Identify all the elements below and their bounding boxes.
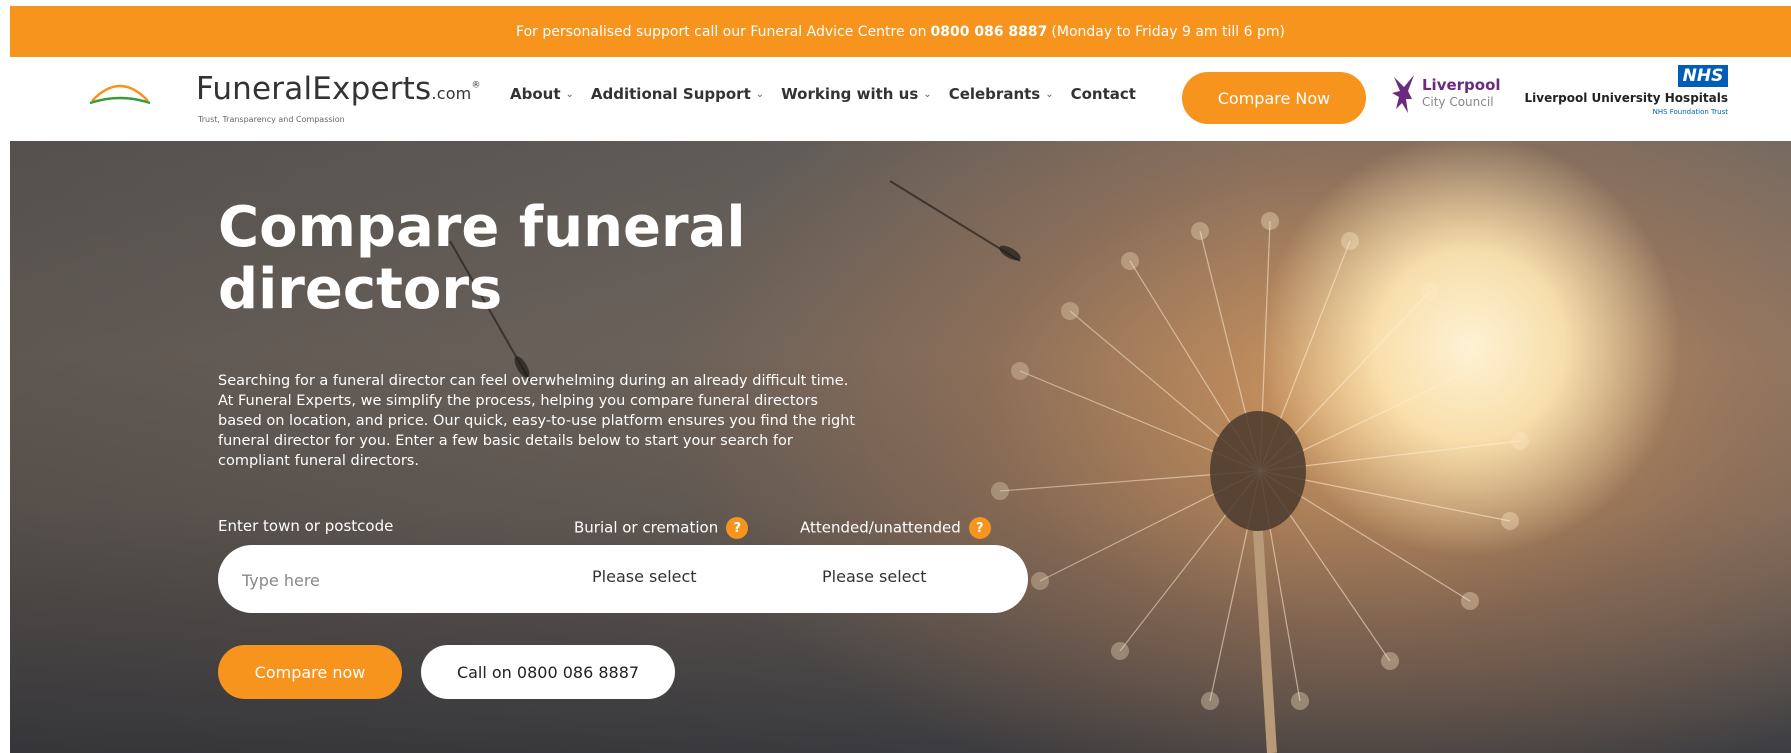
logo-wordmark: FuneralExperts.com®	[196, 71, 481, 107]
hero-title: Compare funeral directors	[218, 195, 746, 322]
site-header: FuneralExperts.com® Trust, Transparency …	[10, 57, 1791, 141]
nav-item-working-with-us[interactable]: Working with us ⌄	[781, 85, 932, 103]
site-logo[interactable]: FuneralExperts.com® Trust, Transparency …	[88, 71, 488, 133]
main-nav: About ⌄ Additional Support ⌄ Working with …	[510, 85, 1153, 103]
location-input[interactable]	[240, 563, 544, 597]
header-compare-now-button[interactable]: Compare Now	[1182, 72, 1366, 124]
nhs-badge: NHS	[1678, 65, 1728, 87]
burial-cremation-select[interactable]: Please select	[592, 567, 697, 586]
chevron-down-icon: ⌄	[1045, 88, 1054, 100]
chevron-down-icon: ⌄	[923, 88, 932, 100]
help-icon[interactable]: ?	[726, 517, 749, 539]
announcement-text: For personalised support call our Funera…	[516, 23, 927, 40]
nhs-trust-logo: NHS Liverpool University Hospitals NHS F…	[1524, 65, 1728, 116]
announcement-hours: (Monday to Friday 9 am till 6 pm)	[1051, 23, 1285, 40]
announcement-bar: For personalised support call our Funera…	[10, 6, 1791, 57]
search-form-labels: Enter town or postcode Burial or cremati…	[218, 513, 1038, 541]
compare-now-button[interactable]: Compare now	[218, 645, 402, 699]
burial-label: Burial or cremation?	[574, 517, 749, 539]
call-button[interactable]: Call on 0800 086 8887	[421, 645, 675, 699]
chevron-down-icon: ⌄	[755, 88, 765, 100]
liverpool-city-council-logo: Liverpool City Council	[1390, 73, 1510, 123]
logo-tagline: Trust, Transparency and Compassion	[198, 115, 345, 124]
nav-item-additional-support[interactable]: Additional Support ⌄	[591, 85, 764, 103]
attended-unattended-select[interactable]: Please select	[822, 567, 927, 586]
attended-label: Attended/unattended?	[800, 517, 991, 539]
hero-section: Compare funeral directors Searching for …	[10, 141, 1791, 753]
sunrise-logo-icon	[89, 84, 151, 105]
search-form: Please select Please select	[218, 545, 1028, 613]
chevron-down-icon: ⌄	[565, 88, 574, 100]
help-icon[interactable]: ?	[968, 517, 991, 539]
page: For personalised support call our Funera…	[0, 0, 1791, 753]
nav-item-about[interactable]: About ⌄	[510, 85, 574, 103]
hero-description: Searching for a funeral director can fee…	[218, 373, 856, 469]
nav-item-contact[interactable]: Contact	[1071, 85, 1136, 103]
location-label: Enter town or postcode	[218, 517, 394, 535]
nav-item-celebrants[interactable]: Celebrants ⌄	[949, 85, 1054, 103]
liver-bird-icon	[1392, 75, 1414, 113]
announcement-phone-link[interactable]: 0800 086 8887	[931, 24, 1048, 40]
